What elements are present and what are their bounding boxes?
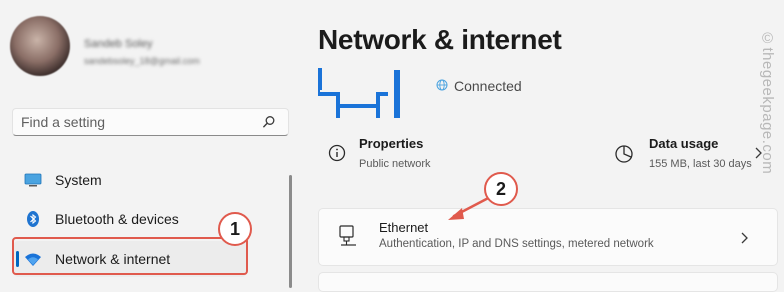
info-icon bbox=[328, 144, 346, 162]
sidebar-scrollbar[interactable] bbox=[289, 175, 292, 288]
globe-icon bbox=[436, 79, 448, 91]
sidebar-item-label: System bbox=[55, 172, 102, 188]
step-2-badge: 2 bbox=[484, 172, 518, 206]
user-email: sandebsoley_18@gmail.com bbox=[84, 56, 200, 66]
properties-subtitle: Public network bbox=[359, 158, 431, 170]
sidebar: Sandeb Soley sandebsoley_18@gmail.com Sy… bbox=[0, 0, 300, 288]
ethernet-hero-icon bbox=[318, 68, 400, 118]
data-usage-title: Data usage bbox=[649, 136, 719, 151]
step-1-badge: 1 bbox=[218, 212, 252, 246]
user-name: Sandeb Soley bbox=[84, 38, 153, 50]
highlight-box bbox=[12, 237, 248, 275]
watermark: ©thegeekpage.com bbox=[759, 30, 776, 175]
sidebar-item-system[interactable]: System bbox=[14, 162, 246, 198]
page-title: Network & internet bbox=[318, 24, 562, 55]
bluetooth-icon bbox=[27, 211, 39, 227]
data-usage-subtitle: 155 MB, last 30 days bbox=[649, 158, 752, 170]
sidebar-item-bluetooth[interactable]: Bluetooth & devices bbox=[14, 201, 246, 237]
pie-chart-icon bbox=[615, 145, 633, 163]
ethernet-icon bbox=[339, 225, 356, 246]
chevron-right-icon bbox=[741, 232, 748, 244]
search-input[interactable] bbox=[21, 113, 261, 131]
connection-status: Connected bbox=[454, 78, 522, 94]
properties-title: Properties bbox=[359, 136, 424, 151]
next-settings-card[interactable] bbox=[318, 272, 778, 292]
sidebar-item-label: Bluetooth & devices bbox=[55, 211, 179, 227]
avatar[interactable] bbox=[10, 16, 70, 76]
ethernet-subtitle: Authentication, IP and DNS settings, met… bbox=[379, 238, 654, 250]
search-box[interactable] bbox=[12, 108, 289, 136]
ethernet-card[interactable]: Ethernet Authentication, IP and DNS sett… bbox=[318, 208, 778, 266]
properties-link[interactable]: Properties Public network bbox=[318, 136, 518, 176]
search-icon[interactable] bbox=[262, 115, 276, 129]
ethernet-title: Ethernet bbox=[379, 220, 429, 235]
monitor-icon bbox=[24, 173, 42, 187]
